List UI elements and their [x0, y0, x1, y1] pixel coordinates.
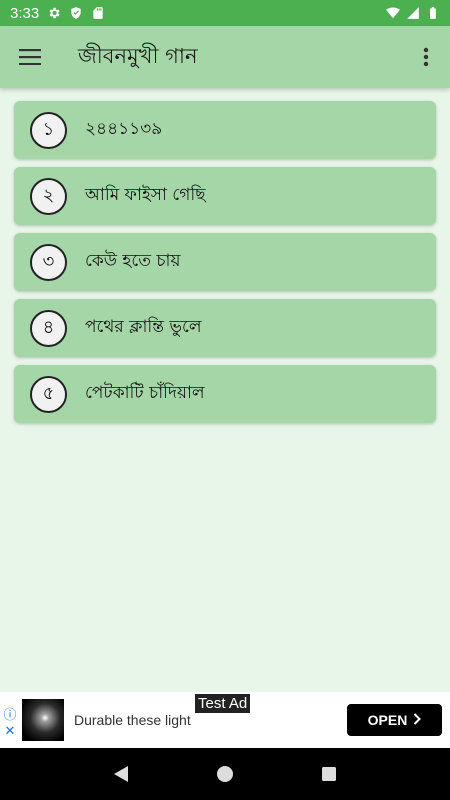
ad-headline[interactable]: Durable these light	[74, 712, 191, 728]
hamburger-menu-icon[interactable]	[0, 26, 60, 88]
close-icon[interactable]: ✕	[5, 723, 16, 739]
ad-open-button[interactable]: OPEN	[347, 704, 442, 736]
back-icon[interactable]	[113, 765, 129, 783]
shield-icon	[69, 6, 83, 20]
more-vert-icon[interactable]	[402, 26, 450, 88]
item-number-badge: ১	[30, 111, 67, 149]
song-list: ১ ২৪৪১১৩৯ ২ আমি ফাইসা গেছি ৩ কেউ হতে চায…	[14, 101, 436, 431]
status-time: 3:33	[10, 4, 40, 22]
chevron-right-icon	[413, 712, 422, 728]
song-title: আমি ফাইসা গেছি	[85, 185, 206, 205]
ad-controls: ⓘ ✕	[0, 692, 20, 748]
list-item[interactable]: ৪ পথের ক্লান্তি ভুলে	[14, 299, 436, 357]
item-number-badge: ৩	[30, 243, 67, 281]
sd-card-icon	[91, 6, 105, 20]
test-ad-label: Test Ad	[195, 694, 251, 713]
ad-open-label: OPEN	[367, 712, 408, 728]
song-title: ২৪৪১১৩৯	[85, 119, 163, 139]
ad-image[interactable]	[22, 699, 64, 741]
settings-icon	[47, 6, 61, 20]
song-title: কেউ হতে চায়	[85, 251, 181, 271]
item-number-badge: ২	[30, 177, 67, 215]
song-title: পেটকাটি চাঁদিয়াল	[85, 383, 205, 403]
wifi-icon	[386, 6, 400, 20]
item-number-badge: ৪	[30, 309, 67, 347]
item-number-badge: ৫	[30, 375, 67, 413]
battery-icon	[426, 6, 440, 20]
ad-banner[interactable]: ⓘ ✕ Durable these light Test Ad OPEN	[0, 692, 450, 748]
page-title: জীবনমুখী গান	[78, 43, 198, 68]
song-title: পথের ক্লান্তি ভুলে	[85, 317, 202, 337]
signal-icon	[406, 6, 420, 20]
list-item[interactable]: ১ ২৪৪১১৩৯	[14, 101, 436, 159]
list-item[interactable]: ৫ পেটকাটি চাঁদিয়াল	[14, 365, 436, 423]
list-item[interactable]: ২ আমি ফাইসা গেছি	[14, 167, 436, 225]
status-bar: 3:33	[0, 0, 450, 26]
recents-icon[interactable]	[321, 766, 337, 782]
system-nav-bar	[0, 748, 450, 800]
home-icon[interactable]	[216, 765, 234, 783]
list-item[interactable]: ৩ কেউ হতে চায়	[14, 233, 436, 291]
info-icon[interactable]: ⓘ	[3, 704, 16, 723]
app-bar: জীবনমুখী গান	[0, 26, 450, 88]
